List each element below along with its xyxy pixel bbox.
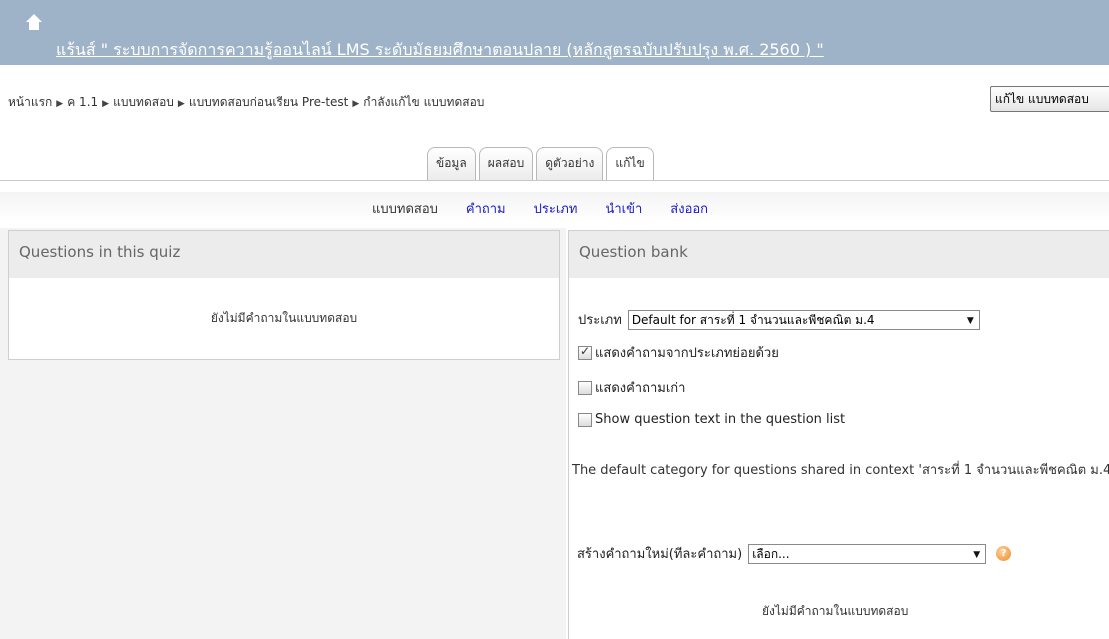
site-header: แร้นส์ " ระบบการจัดการความรู้ออนไลน์ LMS… (0, 0, 1109, 65)
category-select[interactable]: Default for สาระที่ 1 จำนวนและพีชคณิต ม.… (627, 309, 980, 330)
breadcrumb-course[interactable]: ค 1.1 (67, 95, 98, 109)
subnav-questions[interactable]: คำถาม (466, 198, 506, 219)
dropdown-arrow-icon: ▼ (973, 549, 981, 560)
breadcrumb: หน้าแรก ▶ ค 1.1 ▶ แบบทดสอบ ▶ แบบทดสอบก่อนเรียน… (8, 93, 484, 112)
old-questions-label: แสดงคำถามเก่า (595, 381, 686, 396)
tab-info[interactable]: ข้อมูล (427, 147, 476, 180)
create-question-select-value: เลือก... (752, 546, 790, 561)
subnav: แบบทดสอบ คำถาม ประเภท นำเข้า ส่งออก (372, 198, 708, 219)
breadcrumb-separator-icon: ▶ (102, 99, 110, 109)
breadcrumb-separator-icon: ▶ (352, 99, 360, 109)
breadcrumb-current: กำลังแก้ไข แบบทดสอบ (363, 95, 485, 109)
subnav-categories[interactable]: ประเภท (534, 198, 578, 219)
subnav-export[interactable]: ส่งออก (670, 198, 708, 219)
breadcrumb-quiz[interactable]: แบบทดสอบก่อนเรียน Pre-test (189, 95, 349, 109)
site-title-link[interactable]: แร้นส์ " ระบบการจัดการความรู้ออนไลน์ LMS… (56, 38, 824, 63)
category-label: ประเภท (578, 313, 622, 328)
subnav-import[interactable]: นำเข้า (605, 198, 642, 219)
checkbox-row-question-text: Show question text in the question list (578, 412, 845, 427)
question-text-checkbox[interactable] (578, 412, 592, 427)
breadcrumb-separator-icon: ▶ (177, 99, 185, 109)
tab-divider (0, 180, 1109, 181)
breadcrumb-separator-icon: ▶ (56, 99, 64, 109)
bank-panel-title: Question bank (569, 231, 1109, 279)
create-question-select[interactable]: เลือก... ▼ (748, 543, 987, 564)
bank-empty-text: ยังไม่มีคำถามในแบบทดสอบ (762, 604, 909, 618)
help-icon[interactable]: ? (996, 546, 1012, 561)
tab-results[interactable]: ผลสอบ (478, 147, 534, 180)
old-questions-checkbox[interactable] (578, 380, 592, 395)
category-row: ประเภท Default for สาระที่ 1 จำนวนและพีช… (578, 309, 980, 330)
quiz-empty-text: ยังไม่มีคำถามในแบบทดสอบ (210, 311, 358, 325)
category-select-value: Default for สาระที่ 1 จำนวนและพีชคณิต ม.… (631, 312, 875, 327)
default-category-text: The default category for questions share… (572, 463, 1109, 478)
create-question-row: สร้างคำถามใหม่(ทีละคำถาม) เลือก... ▼ ? (577, 543, 1012, 564)
quiz-questions-panel: Questions in this quiz ยังไม่มีคำถามในแบ… (8, 230, 560, 360)
dropdown-arrow-icon: ▼ (966, 315, 974, 326)
quiz-panel-title: Questions in this quiz (9, 231, 559, 279)
breadcrumb-home[interactable]: หน้าแรก (8, 95, 52, 109)
breadcrumb-quizzes[interactable]: แบบทดสอบ (113, 95, 174, 109)
tab-edit[interactable]: แก้ไข (606, 147, 654, 181)
tab-preview[interactable]: ดูตัวอย่าง (536, 147, 604, 180)
home-icon[interactable] (25, 13, 43, 31)
subnav-quiz: แบบทดสอบ (372, 202, 438, 217)
create-question-label: สร้างคำถามใหม่(ทีละคำถาม) (577, 547, 743, 562)
checkbox-row-old-questions: แสดงคำถามเก่า (578, 377, 685, 398)
question-text-label: Show question text in the question list (595, 412, 846, 427)
subcategories-checkbox[interactable] (578, 344, 592, 360)
checkbox-row-subcategories: แสดงคำถามจากประเภทย่อยด้วย (578, 342, 779, 363)
edit-quiz-button[interactable]: แก้ไข แบบทดสอบ (990, 86, 1109, 112)
subcategories-label: แสดงคำถามจากประเภทย่อยด้วย (595, 346, 779, 361)
question-bank-panel: Question bank (568, 230, 1109, 639)
tab-bar: ข้อมูล ผลสอบ ดูตัวอย่าง แก้ไข (427, 147, 654, 181)
